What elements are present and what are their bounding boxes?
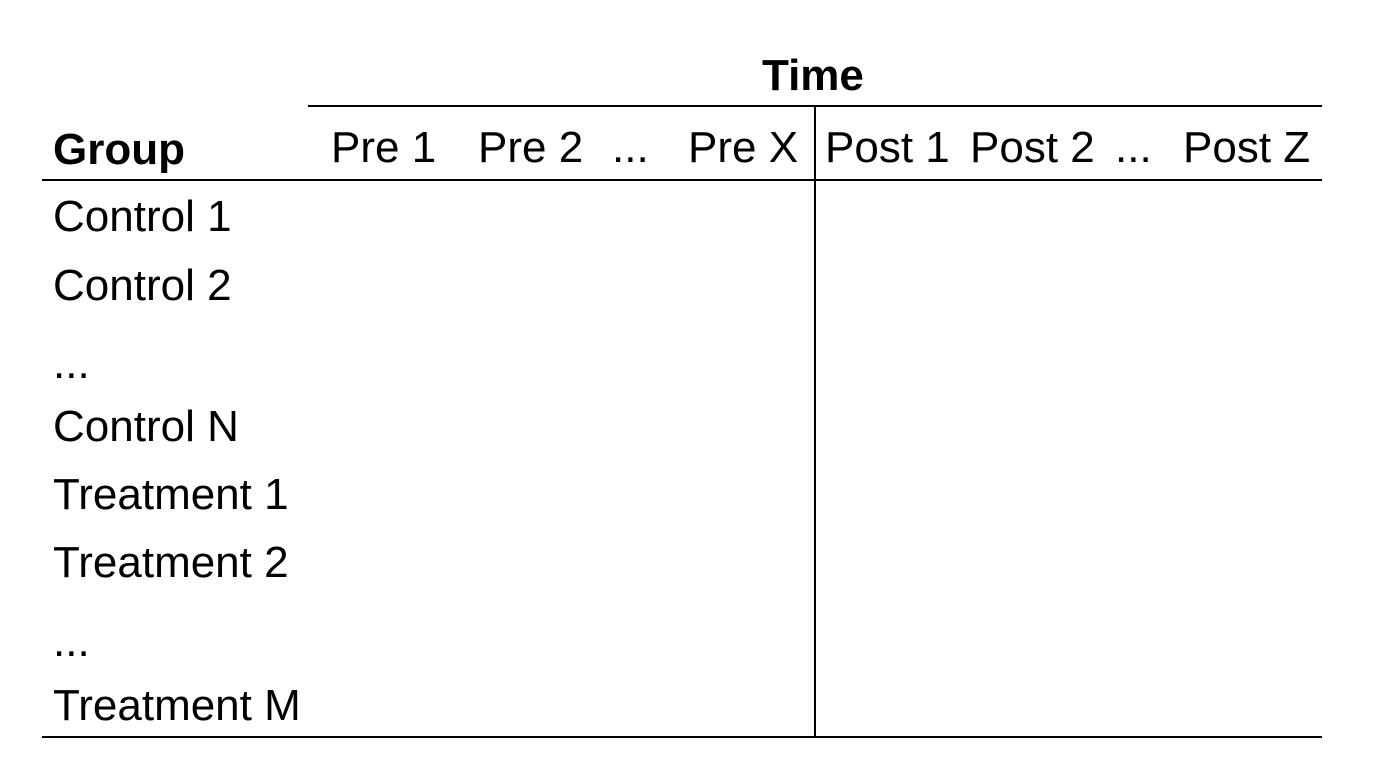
group-time-table: Time Group Pre 1 Pre 2 ... Pre X Post 1 …	[0, 0, 1376, 774]
column-header-pre-2: Pre 2	[478, 123, 584, 172]
column-header-post-ellipsis: ...	[1115, 123, 1152, 172]
row-label: ...	[53, 617, 90, 666]
row-label: Control 1	[53, 192, 232, 241]
row-label: Treatment 2	[53, 538, 289, 587]
row-label: Treatment 1	[53, 470, 289, 519]
column-header-pre-x: Pre X	[688, 123, 799, 172]
time-header: Time	[762, 51, 864, 100]
pre-post-divider	[814, 105, 816, 738]
row-label: Control 2	[53, 261, 232, 310]
table-bottom-rule	[42, 736, 1322, 738]
column-header-post-2: Post 2	[970, 123, 1095, 172]
row-label: Control N	[53, 402, 239, 451]
group-header: Group	[53, 125, 185, 174]
column-header-post-z: Post Z	[1183, 123, 1311, 172]
column-header-rule	[42, 179, 1322, 181]
column-header-post-1: Post 1	[825, 123, 950, 172]
row-label: Treatment M	[53, 681, 301, 730]
column-header-pre-1: Pre 1	[331, 123, 437, 172]
row-label: ...	[53, 339, 90, 388]
column-header-pre-ellipsis: ...	[612, 123, 649, 172]
